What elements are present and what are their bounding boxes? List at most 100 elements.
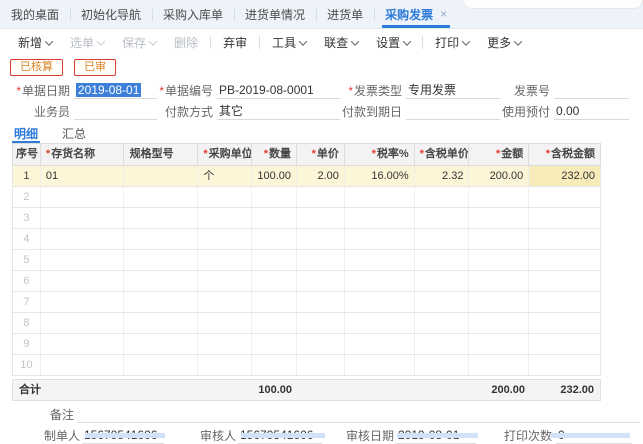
table-cell[interactable] [252, 313, 297, 333]
tab-summary[interactable]: 汇总 [60, 125, 88, 143]
toolbar-button-unapprove[interactable]: 弃审 [223, 34, 247, 51]
column-header[interactable]: *单价 [297, 144, 345, 165]
table-cell[interactable] [529, 250, 600, 270]
table-cell[interactable] [345, 187, 415, 207]
table-cell[interactable] [469, 187, 529, 207]
table-cell[interactable] [297, 313, 345, 333]
table-cell[interactable] [345, 355, 415, 375]
table-row[interactable]: 8 [12, 313, 601, 334]
column-header[interactable]: *含税金额 [529, 144, 600, 165]
toolbar-button-delete[interactable]: 删除 [174, 34, 198, 51]
toolbar-button-tools[interactable]: 工具 [272, 34, 306, 51]
column-header[interactable]: 规格型号 [124, 144, 199, 165]
table-cell[interactable] [124, 166, 199, 186]
table-cell[interactable] [469, 334, 529, 354]
column-header[interactable]: *含税单价 [415, 144, 470, 165]
table-cell[interactable] [297, 250, 345, 270]
table-row[interactable]: 5 [12, 250, 601, 271]
table-cell[interactable]: 232.00 [529, 166, 600, 186]
invoice-type-field[interactable]: 专用发票 [406, 82, 500, 99]
table-cell[interactable] [41, 334, 124, 354]
table-cell[interactable]: 个 [198, 166, 252, 186]
table-cell[interactable] [124, 229, 199, 249]
table-cell[interactable] [469, 292, 529, 312]
table-cell[interactable] [41, 292, 124, 312]
table-cell[interactable] [252, 208, 297, 228]
table-cell[interactable] [469, 271, 529, 291]
table-cell[interactable] [345, 334, 415, 354]
toolbar-button-print[interactable]: 打印 [435, 34, 469, 51]
table-cell[interactable] [345, 313, 415, 333]
table-cell[interactable] [469, 229, 529, 249]
close-icon[interactable]: × [440, 7, 447, 21]
table-cell[interactable] [124, 313, 199, 333]
column-header[interactable]: *金额 [469, 144, 529, 165]
table-cell[interactable] [252, 292, 297, 312]
table-row[interactable]: 101个100.002.0016.00%2.32200.00232.00 [12, 166, 601, 187]
tab-incoming-status[interactable]: 进货单情况 [234, 0, 316, 28]
table-cell[interactable] [529, 313, 600, 333]
toolbar-button-more[interactable]: 更多 [487, 34, 521, 51]
column-header[interactable]: *税率% [345, 144, 415, 165]
table-cell[interactable] [345, 271, 415, 291]
table-cell[interactable] [41, 271, 124, 291]
bill-number-field[interactable]: PB-2019-08-0001 [217, 82, 340, 99]
column-header[interactable]: *存货名称 [41, 144, 124, 165]
table-cell[interactable] [198, 355, 252, 375]
table-cell[interactable] [41, 313, 124, 333]
table-cell[interactable] [252, 187, 297, 207]
table-cell[interactable] [415, 271, 470, 291]
table-cell[interactable] [124, 271, 199, 291]
table-cell[interactable] [529, 187, 600, 207]
table-cell[interactable] [415, 250, 470, 270]
table-cell[interactable] [345, 250, 415, 270]
column-header[interactable]: 序号 [13, 144, 41, 165]
bill-date-field[interactable]: 2019-08-01 [74, 82, 157, 99]
toolbar-button-link-query[interactable]: 联查 [324, 34, 358, 51]
prepayment-field[interactable]: 0.00 [554, 103, 629, 120]
table-cell[interactable] [529, 208, 600, 228]
table-cell[interactable] [41, 250, 124, 270]
tab-purchase-inbound[interactable]: 采购入库单 [152, 0, 234, 28]
table-cell[interactable] [198, 292, 252, 312]
table-cell[interactable] [297, 292, 345, 312]
table-cell[interactable] [198, 334, 252, 354]
table-cell[interactable] [297, 229, 345, 249]
table-cell[interactable] [252, 229, 297, 249]
table-cell[interactable] [297, 187, 345, 207]
table-cell[interactable] [41, 229, 124, 249]
toolbar-button-add[interactable]: 新增 [18, 34, 52, 51]
toolbar-button-select-order[interactable]: 选单 [70, 34, 104, 51]
table-cell[interactable] [198, 313, 252, 333]
table-row[interactable]: 2 [12, 187, 601, 208]
remark-field[interactable] [78, 408, 640, 423]
tab-incoming-order[interactable]: 进货单 [316, 0, 374, 28]
invoice-number-field[interactable] [554, 82, 629, 99]
table-cell[interactable] [41, 187, 124, 207]
table-cell[interactable] [415, 208, 470, 228]
table-cell[interactable] [252, 355, 297, 375]
table-cell[interactable] [124, 208, 199, 228]
table-cell[interactable] [415, 313, 470, 333]
table-row[interactable]: 4 [12, 229, 601, 250]
table-cell[interactable] [124, 355, 199, 375]
salesperson-field[interactable] [74, 103, 157, 120]
table-cell[interactable]: 2.00 [297, 166, 345, 186]
table-cell[interactable]: 200.00 [469, 166, 529, 186]
table-cell[interactable] [297, 355, 345, 375]
table-cell[interactable] [124, 250, 199, 270]
table-cell[interactable] [124, 334, 199, 354]
toolbar-button-settings[interactable]: 设置 [376, 34, 410, 51]
table-cell[interactable] [297, 271, 345, 291]
table-cell[interactable] [415, 187, 470, 207]
table-row[interactable]: 9 [12, 334, 601, 355]
table-cell[interactable] [529, 292, 600, 312]
table-cell[interactable] [297, 334, 345, 354]
table-cell[interactable] [529, 334, 600, 354]
table-cell[interactable] [41, 208, 124, 228]
payment-due-date-field[interactable] [406, 103, 500, 120]
table-cell[interactable] [345, 208, 415, 228]
table-cell[interactable] [252, 250, 297, 270]
table-cell[interactable]: 16.00% [345, 166, 415, 186]
table-cell[interactable]: 2.32 [415, 166, 470, 186]
